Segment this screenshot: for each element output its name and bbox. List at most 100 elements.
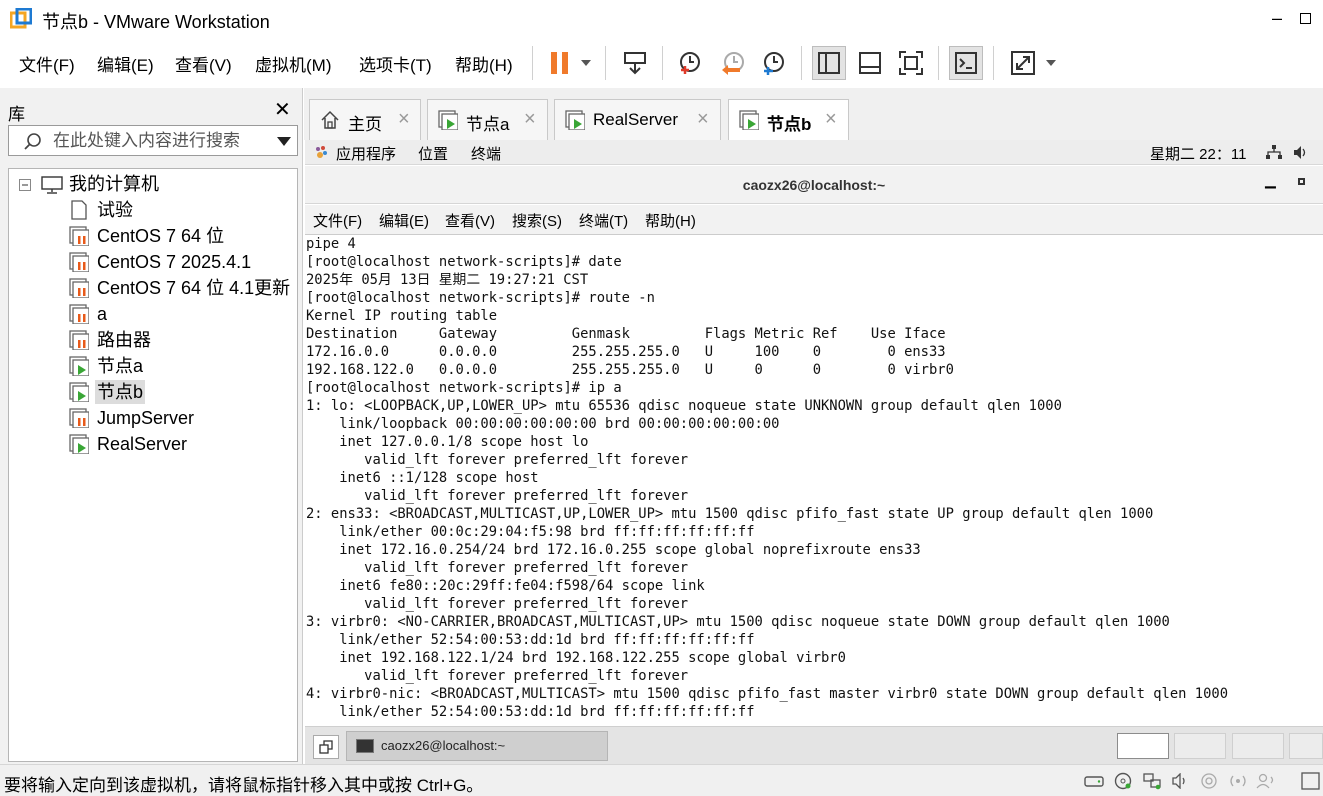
- minimize-button[interactable]: –: [1262, 4, 1292, 32]
- terminal-app-icon: [356, 739, 374, 753]
- terminal-line: link/ether 52:54:00:53:dd:1d brd ff:ff:f…: [306, 704, 755, 720]
- tab-node-a[interactable]: 节点a ×: [427, 99, 548, 140]
- tab-node-b[interactable]: 节点b ×: [728, 99, 849, 141]
- tree-item-label: 路由器: [97, 330, 151, 350]
- guest-display[interactable]: 应用程序 位置 终端 星期二 22：11 caozx26@localhost:~…: [305, 140, 1323, 726]
- terminal-output[interactable]: pipe 4 [root@localhost network-scripts]#…: [305, 235, 1323, 726]
- stretch-dropdown-caret[interactable]: [1046, 60, 1056, 66]
- take-snapshot-button[interactable]: [673, 46, 707, 80]
- tab-label: 节点b: [767, 115, 812, 134]
- terminal-menu-file[interactable]: 文件(F): [313, 210, 362, 231]
- show-library-button[interactable]: [812, 46, 846, 80]
- show-desktop-button[interactable]: [313, 735, 339, 759]
- menu-help[interactable]: 帮助(H): [455, 51, 513, 76]
- library-layout-icon: [818, 52, 840, 74]
- terminal-line: 192.168.122.0 0.0.0.0 255.255.255.0 U 0 …: [306, 362, 954, 378]
- tree-item-label: a: [97, 304, 108, 324]
- collapse-toggle-icon[interactable]: [19, 179, 31, 191]
- terminal-line: 172.16.0.0 0.0.0.0 255.255.255.0 U 100 0…: [306, 344, 946, 360]
- network-adapter-icon[interactable]: [1141, 771, 1163, 791]
- snapshot-manager-button[interactable]: [757, 46, 791, 80]
- terminal-console-icon: [955, 52, 977, 74]
- restore-windows-icon: [319, 740, 333, 754]
- library-close-button[interactable]: ✕: [274, 97, 291, 122]
- tree-item-label: CentOS 7 64 位 4.1更新: [97, 278, 291, 298]
- power-dropdown-caret[interactable]: [581, 60, 591, 66]
- tab-home[interactable]: 主页 ×: [309, 99, 421, 140]
- menu-tabs[interactable]: 选项卡(T): [359, 51, 432, 76]
- workspace-1[interactable]: [1117, 733, 1169, 759]
- gnome-applications-menu[interactable]: 应用程序: [336, 143, 396, 164]
- tab-close-icon[interactable]: ×: [398, 108, 410, 131]
- terminal-line: Destination Gateway Genmask Flags Metric…: [306, 326, 946, 342]
- network-icon[interactable]: [1266, 145, 1282, 160]
- wireless-icon[interactable]: [1227, 771, 1249, 791]
- terminal-menu-edit[interactable]: 编辑(E): [379, 210, 429, 231]
- snapshot-revert-icon: [722, 52, 744, 75]
- toolbar-separator: [662, 46, 663, 80]
- fullscreen-icon: [899, 51, 923, 75]
- vm-powered-off-icon: [69, 408, 89, 428]
- terminal-line: 2025年 05月 13日 星期二 19:27:21 CST: [306, 272, 589, 288]
- tab-label: 节点a: [466, 115, 510, 134]
- status-message: 要将输入定向到该虚拟机，请将鼠标指针移入其中或按 Ctrl+G。: [4, 776, 484, 795]
- cd-dvd-icon[interactable]: [1112, 771, 1134, 791]
- sound-card-icon[interactable]: [1170, 771, 1192, 791]
- volume-icon[interactable]: [1293, 145, 1309, 160]
- console-view-button[interactable]: [949, 46, 983, 80]
- tab-strip: 主页 × 节点a × RealServer × 节点b ×: [304, 88, 1323, 141]
- usb-device-icon[interactable]: [1198, 771, 1220, 791]
- menu-view[interactable]: 查看(V): [175, 51, 232, 76]
- suspend-button[interactable]: [543, 46, 577, 80]
- workspace-3[interactable]: [1232, 733, 1284, 759]
- maximize-button[interactable]: [1290, 4, 1320, 32]
- menu-vm[interactable]: 虚拟机(M): [255, 51, 331, 76]
- terminal-menu-help[interactable]: 帮助(H): [645, 210, 696, 231]
- terminal-line: [root@localhost network-scripts]# ip a: [306, 380, 622, 396]
- terminal-line: Kernel IP routing table: [306, 308, 498, 324]
- tab-label: RealServer: [593, 110, 679, 129]
- terminal-maximize-button[interactable]: [1298, 178, 1305, 185]
- gnome-clock[interactable]: 星期二 22：11: [1150, 143, 1246, 164]
- vm-powered-off-icon: [69, 226, 89, 246]
- gnome-terminal-menu[interactable]: 终端: [471, 143, 501, 164]
- user-status-icon[interactable]: [1256, 771, 1278, 791]
- taskbar-terminal-item[interactable]: caozx26@localhost:~: [346, 731, 608, 761]
- terminal-menu-view[interactable]: 查看(V): [445, 210, 495, 231]
- menu-edit[interactable]: 编辑(E): [97, 51, 154, 76]
- home-icon: [321, 110, 339, 129]
- revert-snapshot-button[interactable]: [716, 46, 750, 80]
- tab-close-icon[interactable]: ×: [825, 108, 837, 131]
- workspace-4[interactable]: [1289, 733, 1323, 759]
- library-panel: 库 ✕ 我的计算机 试验 CentOS 7 64 位 CentOS 7 2025…: [0, 88, 303, 764]
- show-thumbnail-bar-button[interactable]: [853, 46, 887, 80]
- stretch-guest-button[interactable]: [1006, 46, 1040, 80]
- vm-running-icon: [438, 110, 458, 130]
- library-title: 库: [8, 105, 25, 124]
- hard-disk-icon[interactable]: [1083, 771, 1105, 791]
- terminal-line: [root@localhost network-scripts]# route …: [306, 290, 655, 306]
- guest-taskbar: caozx26@localhost:~: [305, 726, 1323, 764]
- gnome-places-menu[interactable]: 位置: [418, 143, 448, 164]
- full-screen-button[interactable]: [894, 46, 928, 80]
- tree-item-label: CentOS 7 2025.4.1: [97, 252, 252, 272]
- tab-close-icon[interactable]: ×: [524, 108, 536, 131]
- computer-icon: [41, 176, 63, 194]
- terminal-menubar: 文件(F) 编辑(E) 查看(V) 搜索(S) 终端(T) 帮助(H): [305, 205, 1323, 235]
- tree-item-my-computer[interactable]: 我的计算机: [17, 172, 287, 196]
- search-dropdown-icon[interactable]: [277, 137, 291, 146]
- maximize-icon: [1299, 13, 1311, 24]
- display-icon[interactable]: [1298, 771, 1320, 791]
- keyboard-send-icon: [624, 52, 646, 75]
- menu-file[interactable]: 文件(F): [19, 51, 75, 76]
- terminal-minimize-button[interactable]: ▁: [1265, 172, 1276, 189]
- tab-close-icon[interactable]: ×: [697, 108, 709, 131]
- tab-realserver[interactable]: RealServer ×: [554, 99, 721, 140]
- send-ctrl-alt-del-button[interactable]: [618, 46, 652, 80]
- terminal-menu-terminal[interactable]: 终端(T): [579, 210, 628, 231]
- library-search-input[interactable]: [53, 129, 263, 153]
- thumbnail-layout-icon: [859, 52, 881, 74]
- toolbar-separator: [801, 46, 802, 80]
- workspace-2[interactable]: [1174, 733, 1226, 759]
- terminal-menu-search[interactable]: 搜索(S): [512, 210, 562, 231]
